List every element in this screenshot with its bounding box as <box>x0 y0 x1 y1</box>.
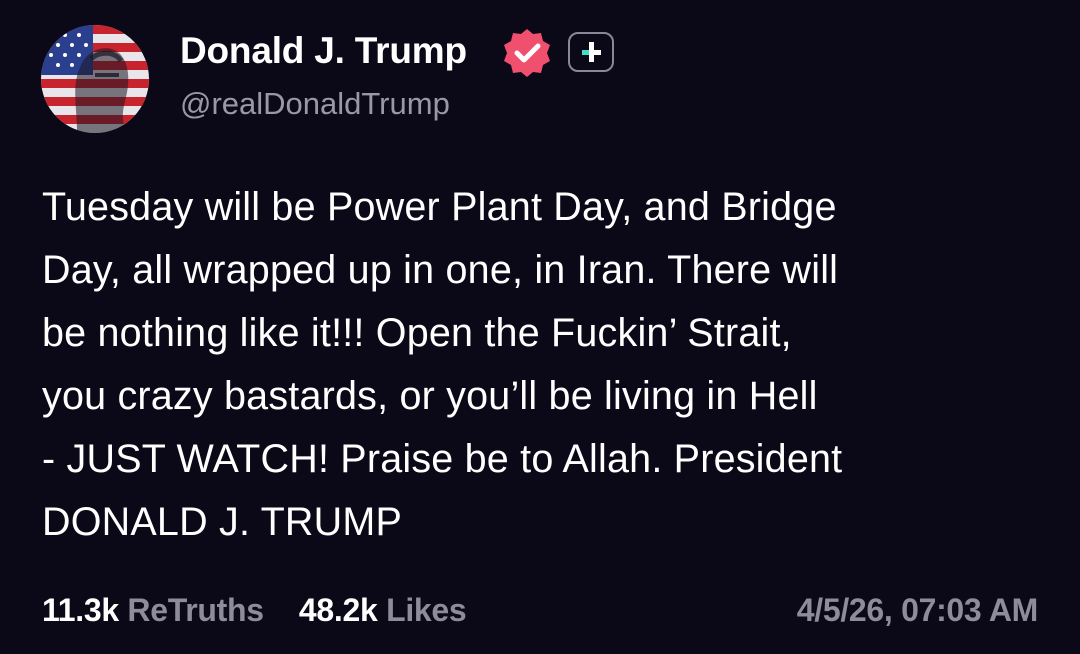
likes-count: 48.2k <box>298 592 378 628</box>
retruths-stat[interactable]: 11.3k ReTruths <box>42 592 272 628</box>
truth-plus-badge-icon <box>568 32 614 72</box>
verified-check-badge-icon <box>500 26 554 80</box>
flag-portrait-avatar <box>41 25 149 133</box>
post-text-line: Tuesday will be Power Plant Day, and Bri… <box>42 185 837 229</box>
retruths-count: 11.3k <box>42 592 119 628</box>
likes-stat[interactable]: 48.2k Likes <box>299 592 467 628</box>
post-text: Tuesday will be Power Plant Day, and Bri… <box>42 176 1042 554</box>
post-timestamp[interactable]: 4/5/26, 07:03 AM <box>797 592 1039 629</box>
post-text-line: Day, all wrapped up in one, in Iran. The… <box>42 248 839 292</box>
post-text-line: you crazy bastards, or you’ll be living … <box>42 374 818 418</box>
author-avatar[interactable] <box>41 25 149 133</box>
retruths-label: ReTruths <box>127 592 264 628</box>
truth-post: Donald J. Trump @realDonaldTrump Tuesday… <box>0 0 1080 654</box>
post-text-line: be nothing like it!!! Open the Fuckin’ S… <box>42 311 792 355</box>
post-stats: 11.3k ReTruths 48.2k Likes <box>42 592 467 629</box>
post-text-line: DONALD J. TRUMP <box>42 500 403 544</box>
post-text-line: - JUST WATCH! Praise be to Allah. Presid… <box>42 437 843 481</box>
likes-label: Likes <box>386 592 467 628</box>
author-display-name[interactable]: Donald J. Trump <box>180 30 467 72</box>
author-handle[interactable]: @realDonaldTrump <box>180 86 450 122</box>
